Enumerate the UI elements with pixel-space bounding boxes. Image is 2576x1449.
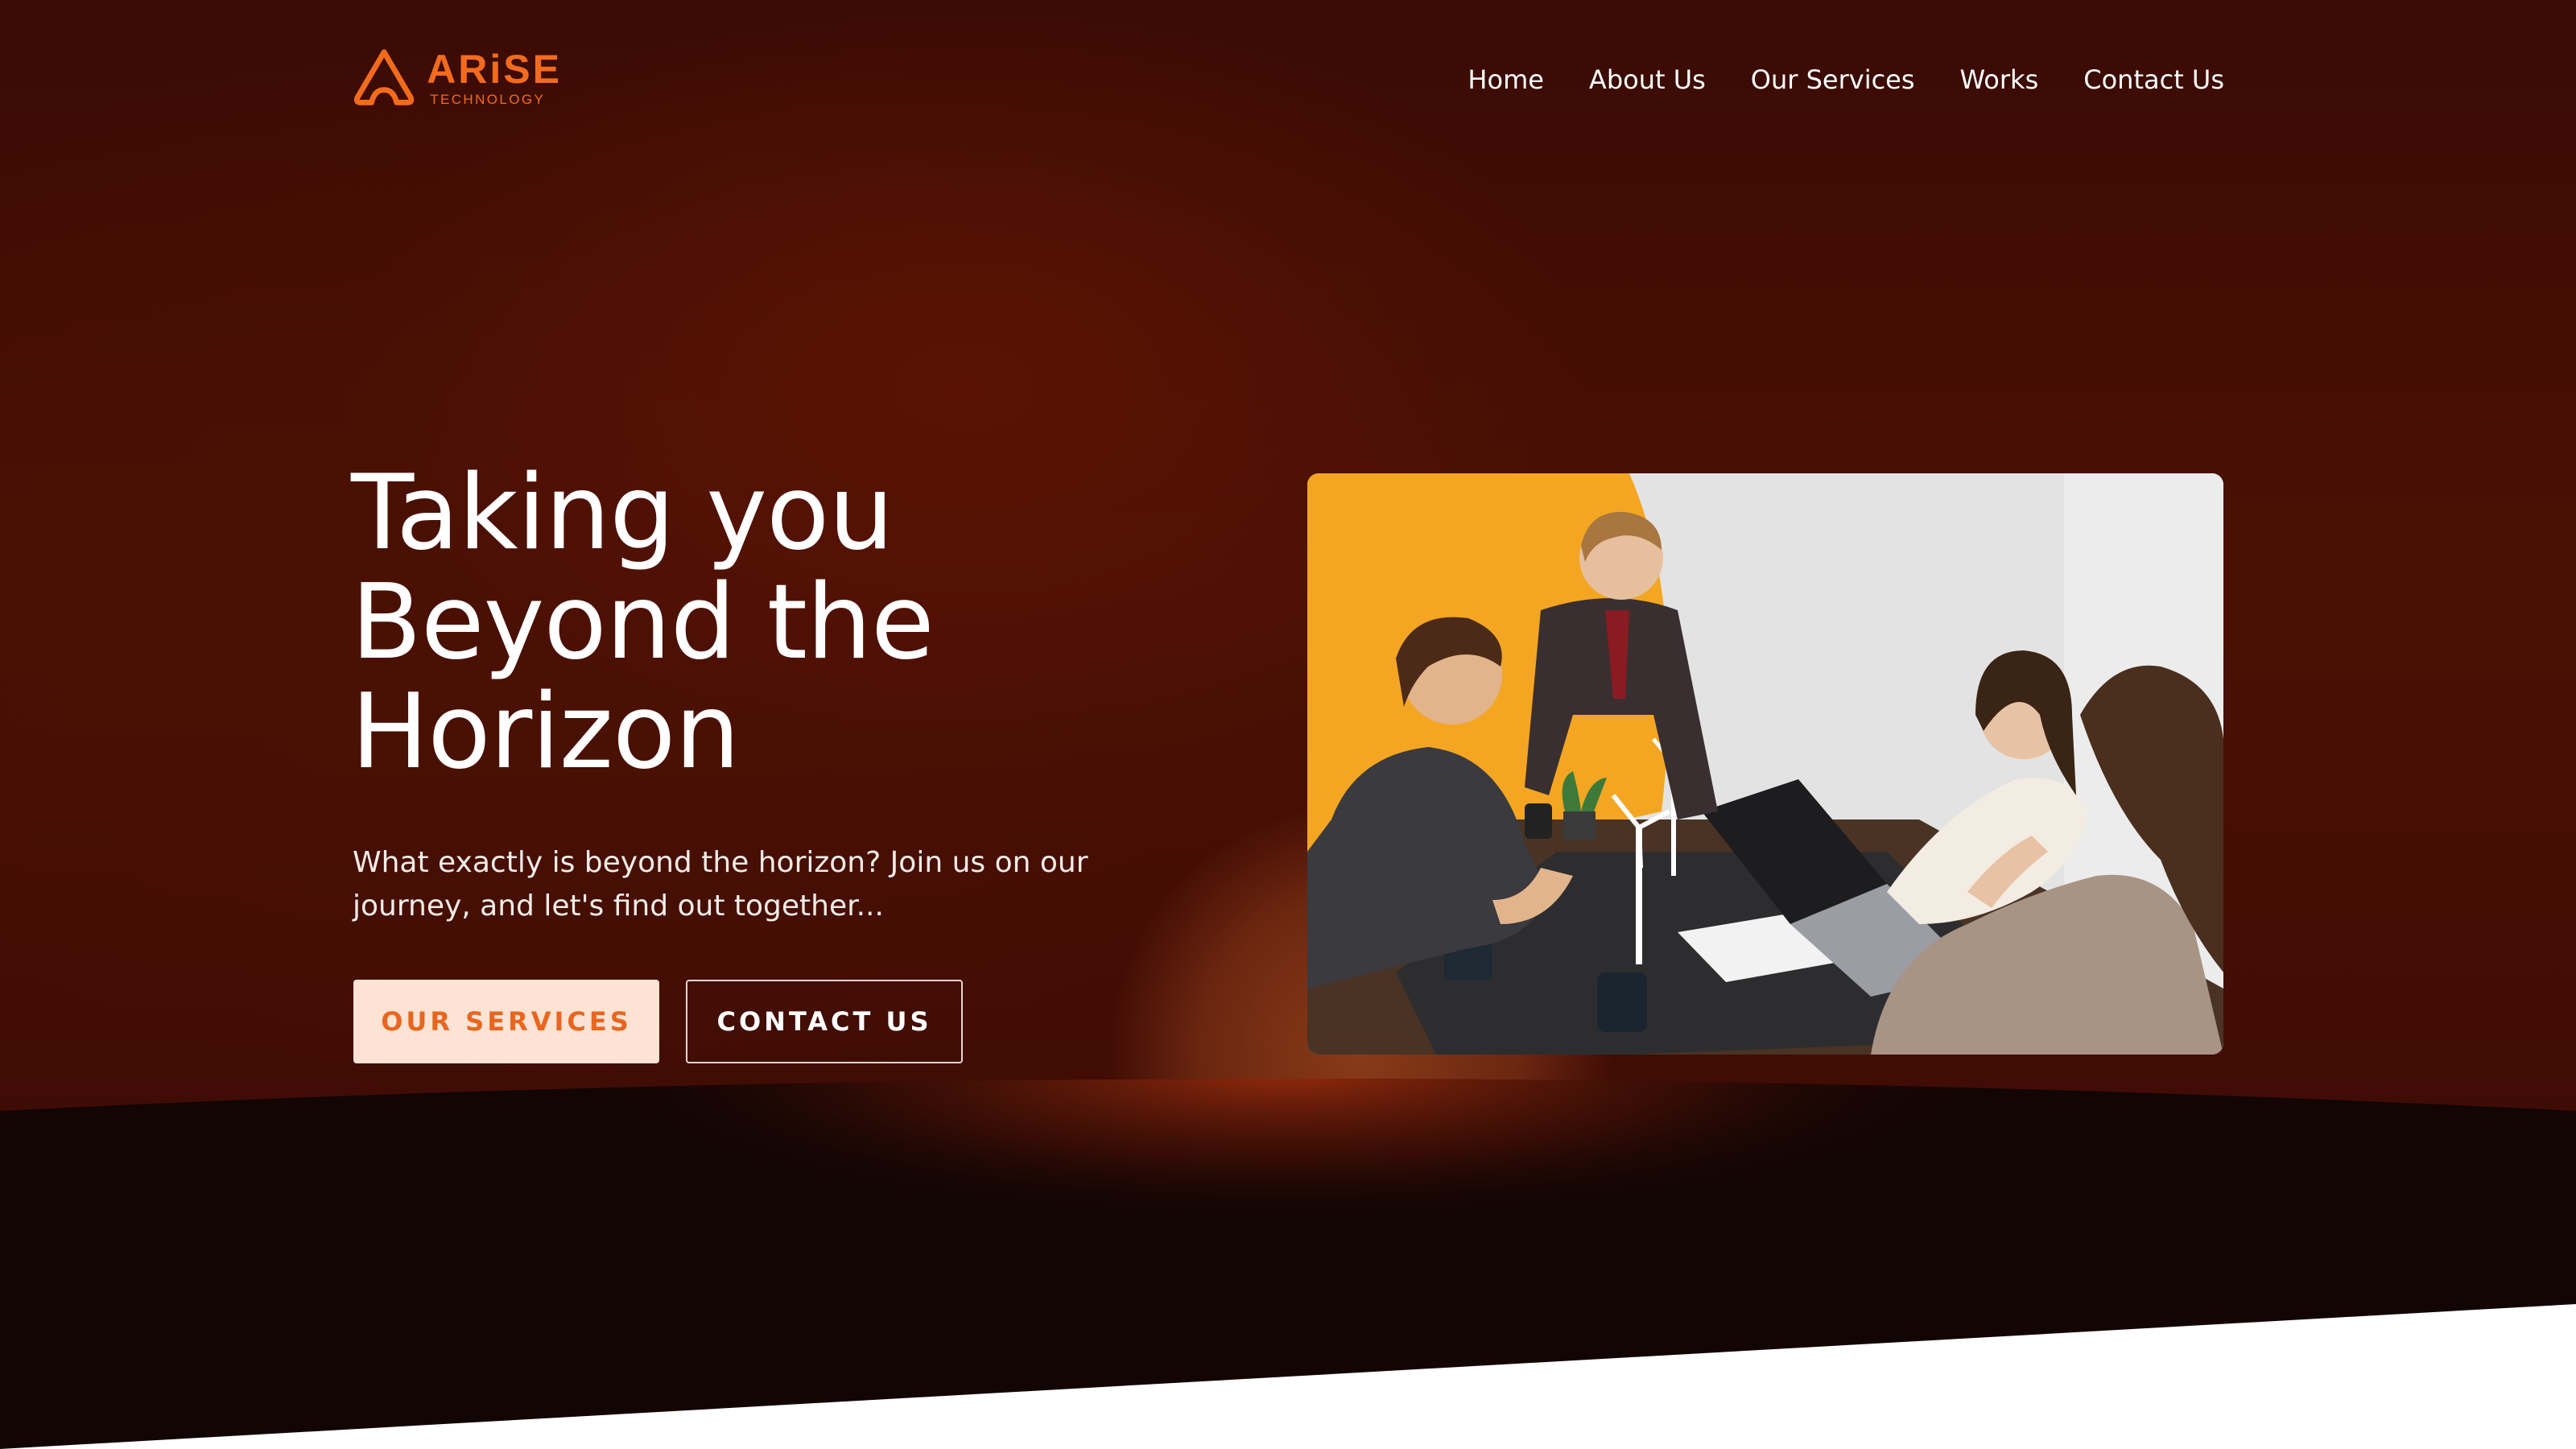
main-nav: Home About Us Our Services Works Contact… bbox=[1468, 60, 2224, 100]
brand-name: ARiSE bbox=[427, 46, 562, 92]
arise-logo-icon bbox=[353, 49, 415, 105]
hero-subtext: What exactly is beyond the horizon? Join… bbox=[353, 846, 1088, 923]
nav-home[interactable]: Home bbox=[1468, 64, 1544, 95]
nav-about-us[interactable]: About Us bbox=[1589, 64, 1706, 95]
headline-line-1: Taking you bbox=[351, 453, 894, 573]
contact-us-button[interactable]: CONTACT US bbox=[686, 980, 963, 1063]
nav-works[interactable]: Works bbox=[1960, 64, 2039, 95]
brand-tagline: TECHNOLOGY bbox=[430, 91, 546, 107]
our-services-button[interactable]: OUR SERVICES bbox=[353, 980, 659, 1063]
headline-line-2: Beyond the bbox=[351, 563, 935, 683]
nav-our-services[interactable]: Our Services bbox=[1751, 64, 1915, 95]
hero-headline: Taking you Beyond the Horizon bbox=[351, 459, 1317, 787]
brand-logo[interactable]: ARiSE TECHNOLOGY bbox=[353, 45, 562, 109]
headline-line-3: Horizon bbox=[351, 672, 740, 792]
team-meeting-photo bbox=[1307, 473, 2223, 1055]
nav-contact-us[interactable]: Contact Us bbox=[2083, 64, 2224, 95]
